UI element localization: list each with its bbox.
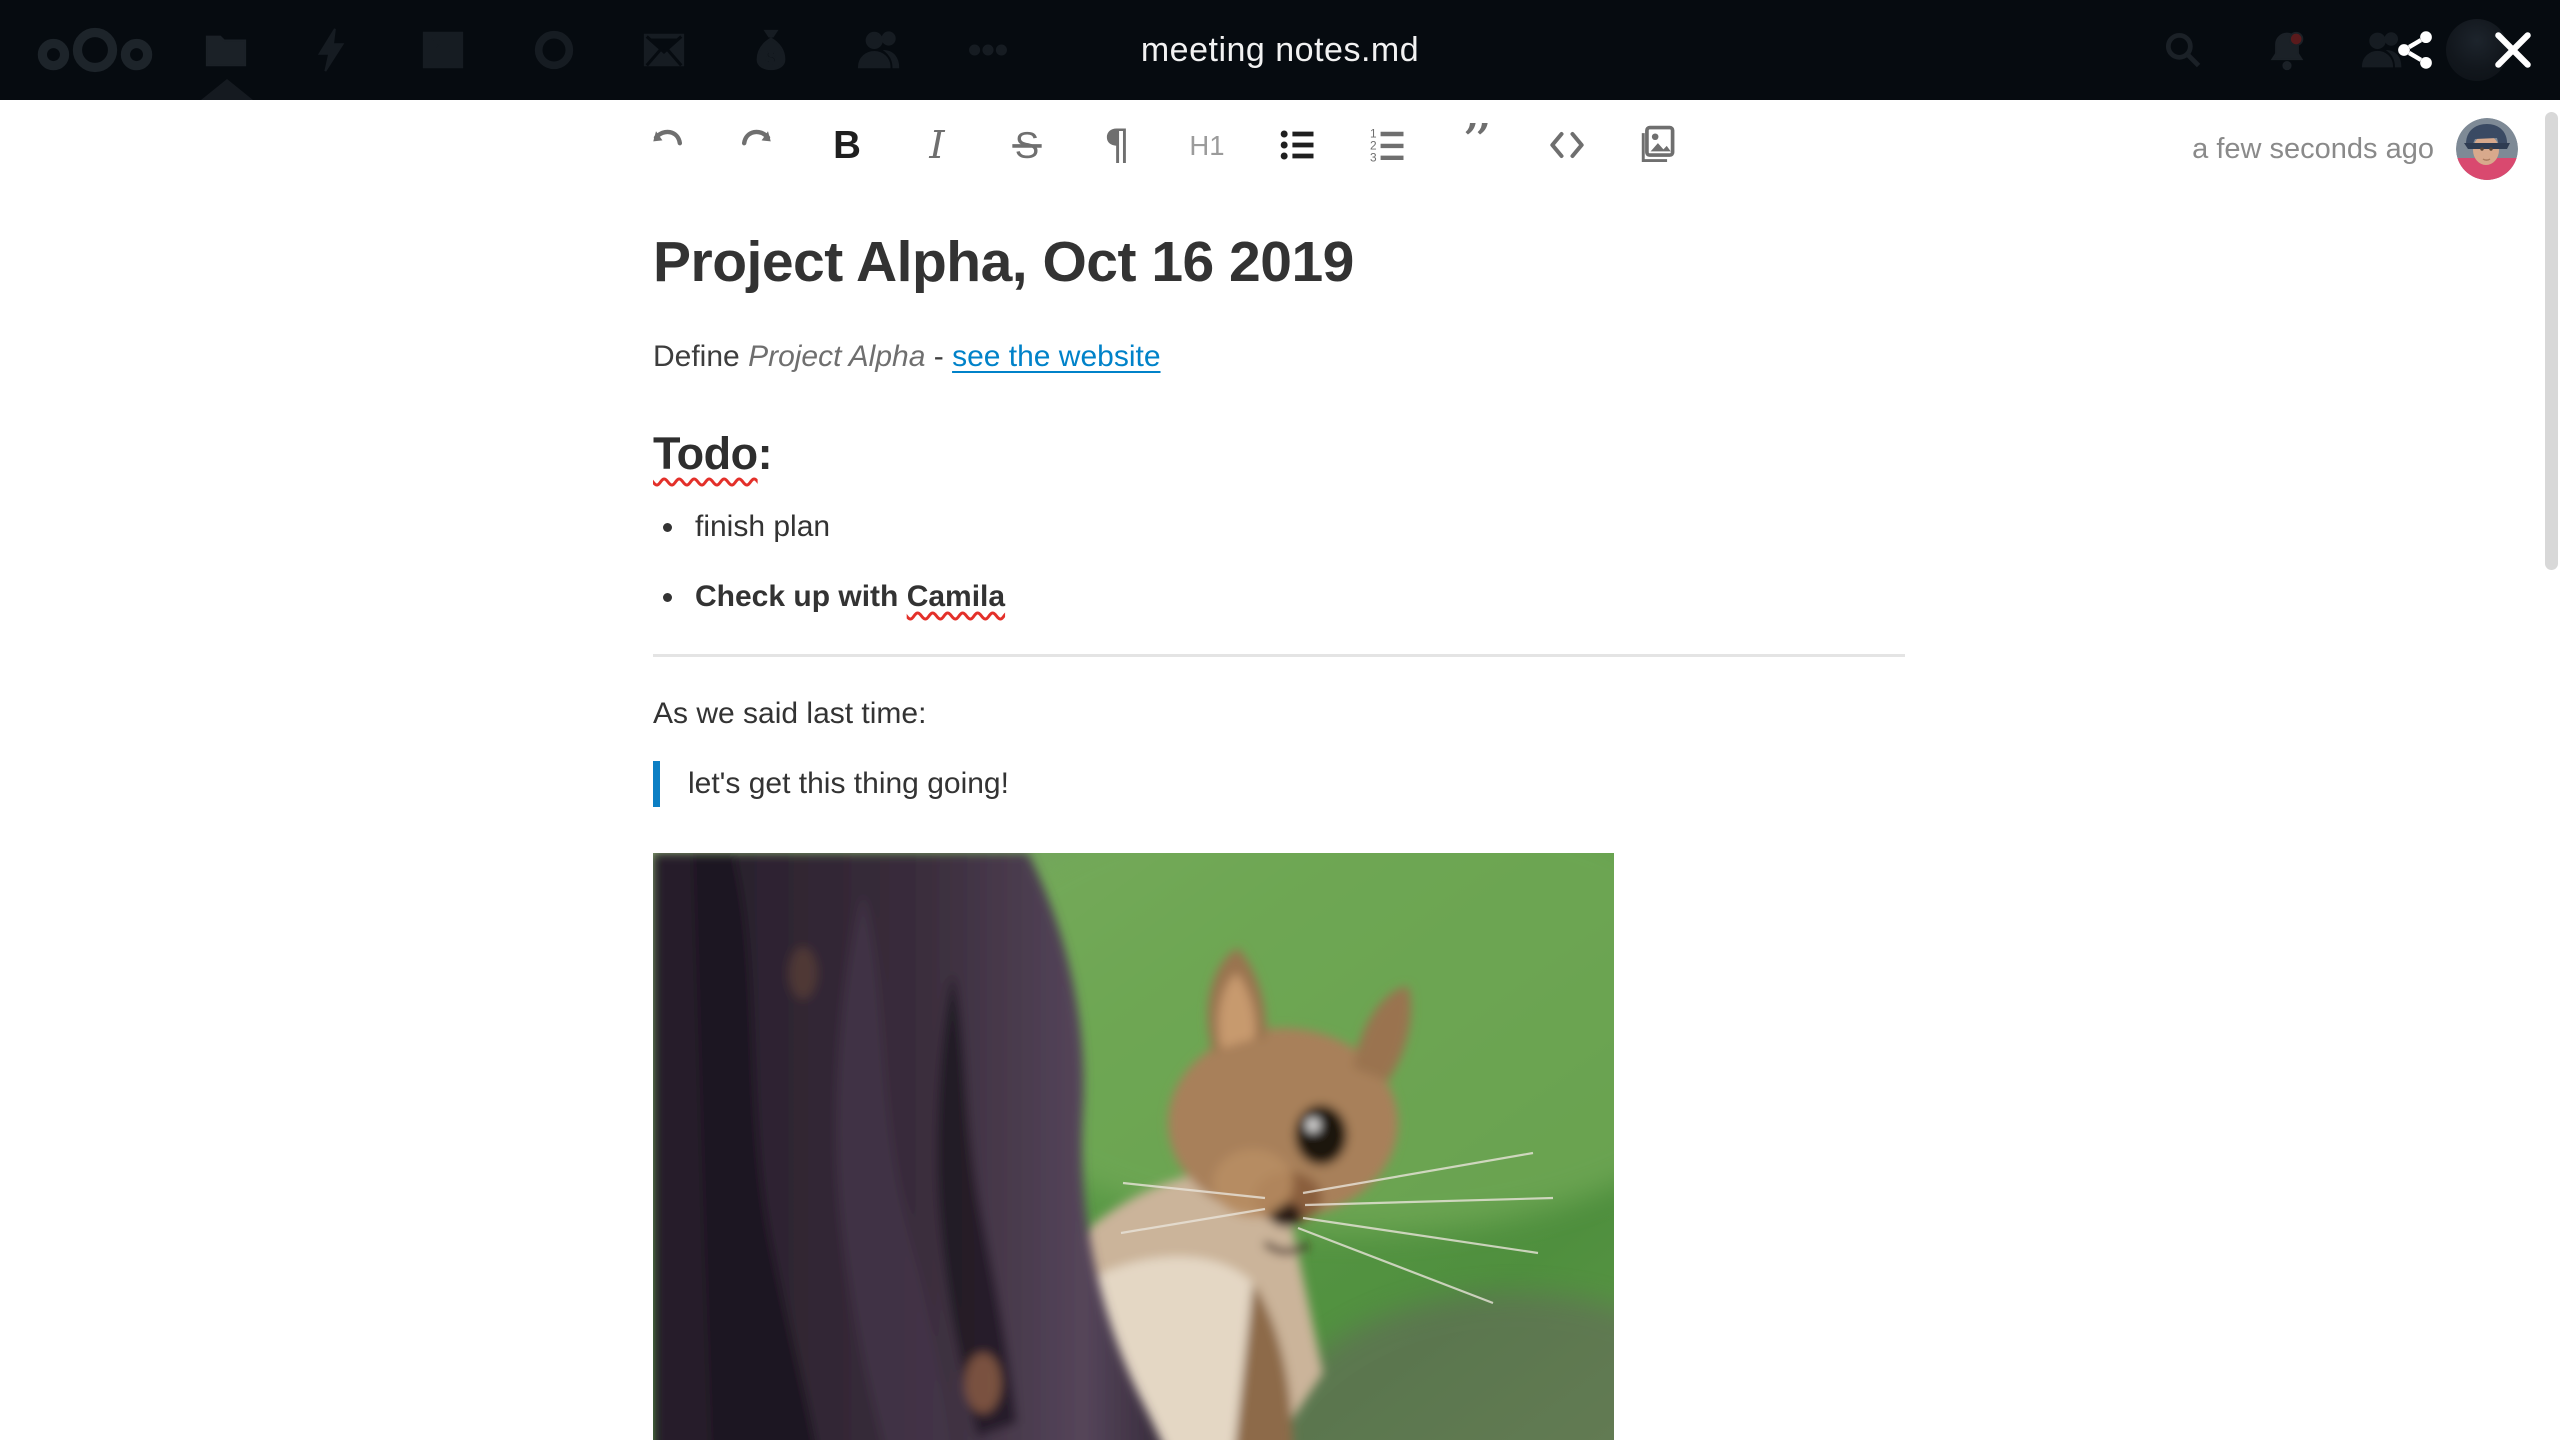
- svg-text:I: I: [928, 123, 945, 167]
- nextcloud-text-editor: $ meeting notes.md B I S ¶ H1 1 2 3 ” a …: [0, 0, 2560, 1440]
- heading-button[interactable]: H1: [1162, 112, 1252, 178]
- svg-text:¶: ¶: [1104, 123, 1131, 167]
- code-icon: [1550, 131, 1584, 159]
- intro-emphasis: Project Alpha: [748, 339, 926, 373]
- heading-icon: H1: [1189, 130, 1224, 161]
- close-icon: [2495, 32, 2531, 68]
- todo-heading-word: Todo: [653, 427, 758, 479]
- blockquote-button[interactable]: ”: [1432, 112, 1522, 178]
- close-viewer-button[interactable]: [2468, 0, 2558, 100]
- last-saved-label: a few seconds ago: [2192, 132, 2434, 165]
- share-icon: [2398, 31, 2432, 69]
- list-item: finish plan: [687, 510, 1905, 544]
- top-header-bar: $ meeting notes.md: [0, 0, 2560, 100]
- text-editor-toolbar: B I S ¶ H1 1 2 3 ”: [622, 112, 1702, 178]
- website-link[interactable]: see the website: [952, 340, 1160, 373]
- blockquote: let's get this thing going!: [653, 760, 1905, 807]
- intro-separator: -: [925, 339, 953, 373]
- horizontal-rule: [653, 653, 1905, 657]
- undo-button[interactable]: [622, 112, 712, 178]
- todo-list: finish plan Check up with Camila: [653, 510, 1905, 614]
- list-item-text: Check up with: [695, 579, 907, 613]
- insert-image-icon: [1641, 125, 1675, 163]
- strikethrough-button[interactable]: S: [982, 112, 1072, 178]
- undo-icon: [653, 129, 683, 146]
- svg-text:H1: H1: [1189, 130, 1224, 161]
- bold-button[interactable]: B: [802, 112, 892, 178]
- todo-heading-colon: :: [757, 427, 773, 479]
- viewer-file-title: meeting notes.md: [1140, 30, 1420, 69]
- embedded-image: [653, 852, 1614, 1440]
- svg-text:B: B: [833, 124, 861, 167]
- todo-heading: Todo:: [653, 428, 1905, 480]
- document-title: Project Alpha, Oct 16 2019: [653, 230, 1354, 294]
- intro-paragraph: Define Project Alpha - see the website: [653, 340, 1905, 374]
- code-block-button[interactable]: [1522, 112, 1612, 178]
- scrollbar: [2543, 100, 2560, 1440]
- scrollbar-thumb[interactable]: [2545, 112, 2558, 570]
- intro-text: Define: [653, 339, 749, 373]
- redo-button[interactable]: [712, 112, 802, 178]
- redo-icon: [741, 129, 771, 146]
- body-paragraph: As we said last time:: [653, 696, 927, 730]
- strikethrough-icon: S: [1012, 125, 1042, 166]
- bold-icon: B: [833, 124, 861, 167]
- unordered-list-button[interactable]: [1252, 112, 1342, 178]
- ordered-list-button[interactable]: 1 2 3: [1342, 112, 1432, 178]
- bullet-list-icon: [1280, 130, 1314, 160]
- svg-text:3: 3: [1370, 151, 1377, 165]
- svg-text:”: ”: [1461, 123, 1493, 167]
- list-item: Check up with Camila: [687, 580, 1905, 614]
- italic-icon: I: [928, 123, 945, 167]
- share-button[interactable]: [2370, 0, 2460, 100]
- italic-button[interactable]: I: [892, 112, 982, 178]
- pilcrow-icon: ¶: [1104, 123, 1131, 167]
- editor-status-row: a few seconds ago: [2192, 116, 2518, 182]
- squirrel-photo: [653, 852, 1614, 1440]
- document-editing-area[interactable]: Project Alpha, Oct 16 2019 Define Projec…: [653, 100, 1905, 1440]
- quote-icon: ”: [1461, 123, 1493, 167]
- paragraph-button[interactable]: ¶: [1072, 112, 1162, 178]
- misspelled-word: Camila: [906, 579, 1006, 613]
- insert-image-button[interactable]: [1612, 112, 1702, 178]
- editor-user-avatar: [2456, 118, 2518, 180]
- avatar-image: [2456, 118, 2518, 180]
- ordered-list-icon: 1 2 3: [1370, 127, 1404, 165]
